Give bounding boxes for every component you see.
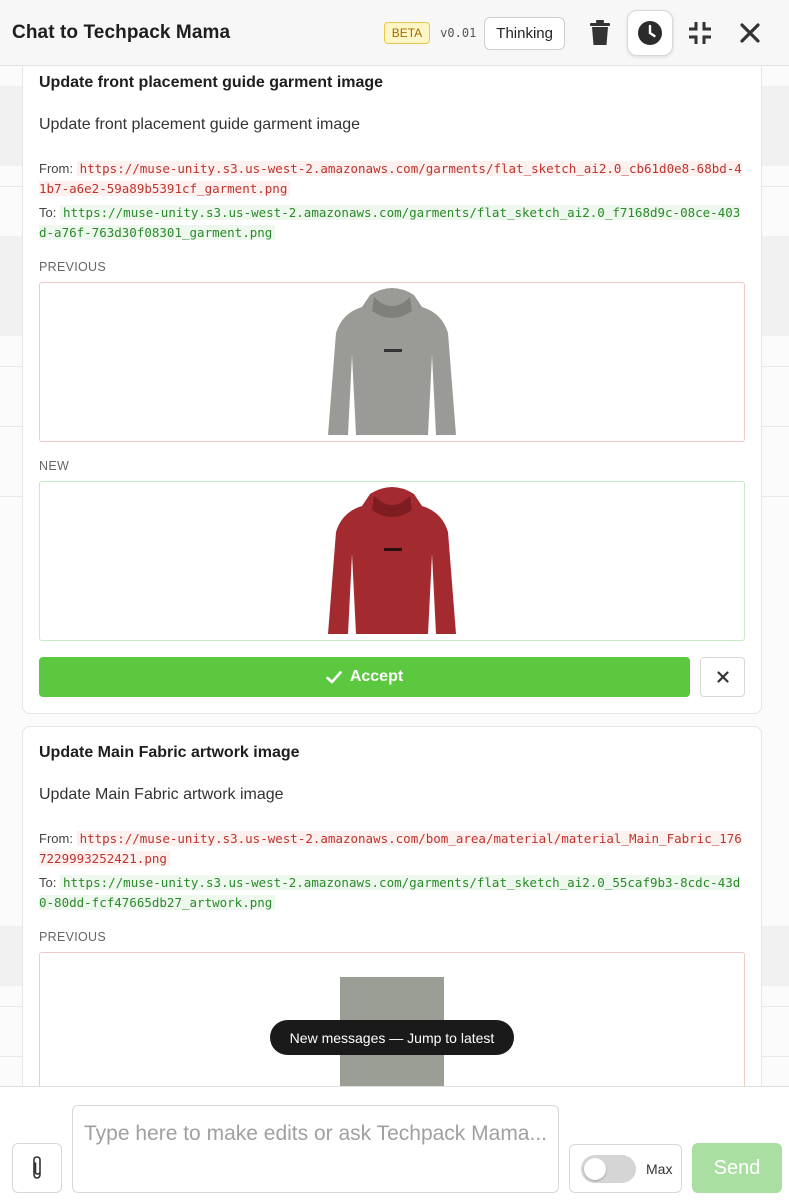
from-url-row: From: https://muse-unity.s3.us-west-2.am…	[39, 159, 745, 199]
from-url: https://muse-unity.s3.us-west-2.amazonaw…	[39, 161, 742, 196]
version-label: v0.01	[440, 26, 477, 40]
attach-button[interactable]	[12, 1143, 62, 1193]
change-title: Update Main Fabric artwork image	[39, 744, 300, 761]
chat-header: Chat to Techpack Mama BETA v0.01 Thinkin…	[0, 0, 789, 66]
check-icon	[326, 670, 342, 683]
message-input-box	[72, 1105, 559, 1193]
from-label: From:	[39, 161, 73, 176]
previous-label: PREVIOUS	[39, 930, 106, 944]
minimize-button[interactable]	[677, 10, 723, 56]
new-label: NEW	[39, 459, 70, 473]
to-label: To:	[39, 875, 57, 890]
beta-badge: BETA	[383, 22, 431, 44]
delete-chat-button[interactable]	[577, 10, 623, 56]
trash-icon	[590, 20, 610, 45]
chat-title: Chat to Techpack Mama	[12, 21, 231, 43]
previous-image-frame	[39, 952, 745, 1086]
to-url: https://muse-unity.s3.us-west-2.amazonaw…	[39, 875, 741, 910]
to-url: https://muse-unity.s3.us-west-2.amazonaw…	[39, 205, 741, 240]
previous-image-frame	[39, 282, 745, 442]
accept-label: Accept	[349, 668, 404, 685]
max-label: Max	[646, 1160, 673, 1177]
minimize-icon	[689, 22, 711, 44]
reject-x-icon	[716, 671, 729, 683]
change-title: Update front placement guide garment ima…	[39, 74, 384, 91]
jump-to-latest-button[interactable]: New messages — Jump to latest	[270, 1020, 514, 1055]
hoodie-image-gray	[328, 288, 456, 435]
to-url-row: To: https://muse-unity.s3.us-west-2.amaz…	[39, 873, 745, 913]
from-label: From:	[39, 831, 73, 846]
header-controls: BETA v0.01 Thinking	[383, 9, 775, 57]
action-row: Accept	[39, 657, 745, 697]
send-button[interactable]: Send	[692, 1143, 782, 1193]
history-clock-icon	[638, 21, 662, 45]
hoodie-image-red	[328, 487, 456, 634]
thinking-button[interactable]: Thinking	[484, 16, 565, 50]
message-input[interactable]	[84, 1118, 547, 1180]
history-button[interactable]	[627, 10, 673, 56]
previous-label: PREVIOUS	[39, 260, 106, 274]
change-description: Update front placement guide garment ima…	[39, 116, 361, 133]
paperclip-icon	[33, 1156, 41, 1179]
change-description: Update Main Fabric artwork image	[39, 786, 284, 803]
composer: Max Send	[0, 1086, 789, 1200]
from-url-row: From: https://muse-unity.s3.us-west-2.am…	[39, 829, 745, 869]
from-url: https://muse-unity.s3.us-west-2.amazonaw…	[39, 831, 742, 866]
message-list[interactable]: Update front placement guide garment ima…	[22, 66, 762, 1086]
max-toggle-group: Max	[569, 1144, 682, 1193]
accept-button[interactable]: Accept	[39, 657, 690, 697]
new-image-frame	[39, 481, 745, 641]
reject-button[interactable]	[700, 657, 745, 697]
close-icon	[740, 23, 760, 43]
change-card: Update front placement guide garment ima…	[22, 66, 762, 714]
max-toggle[interactable]	[581, 1154, 636, 1183]
close-chat-button[interactable]	[727, 10, 773, 56]
toggle-knob	[584, 1157, 606, 1180]
to-url-row: To: https://muse-unity.s3.us-west-2.amaz…	[39, 203, 745, 243]
to-label: To:	[39, 205, 57, 220]
